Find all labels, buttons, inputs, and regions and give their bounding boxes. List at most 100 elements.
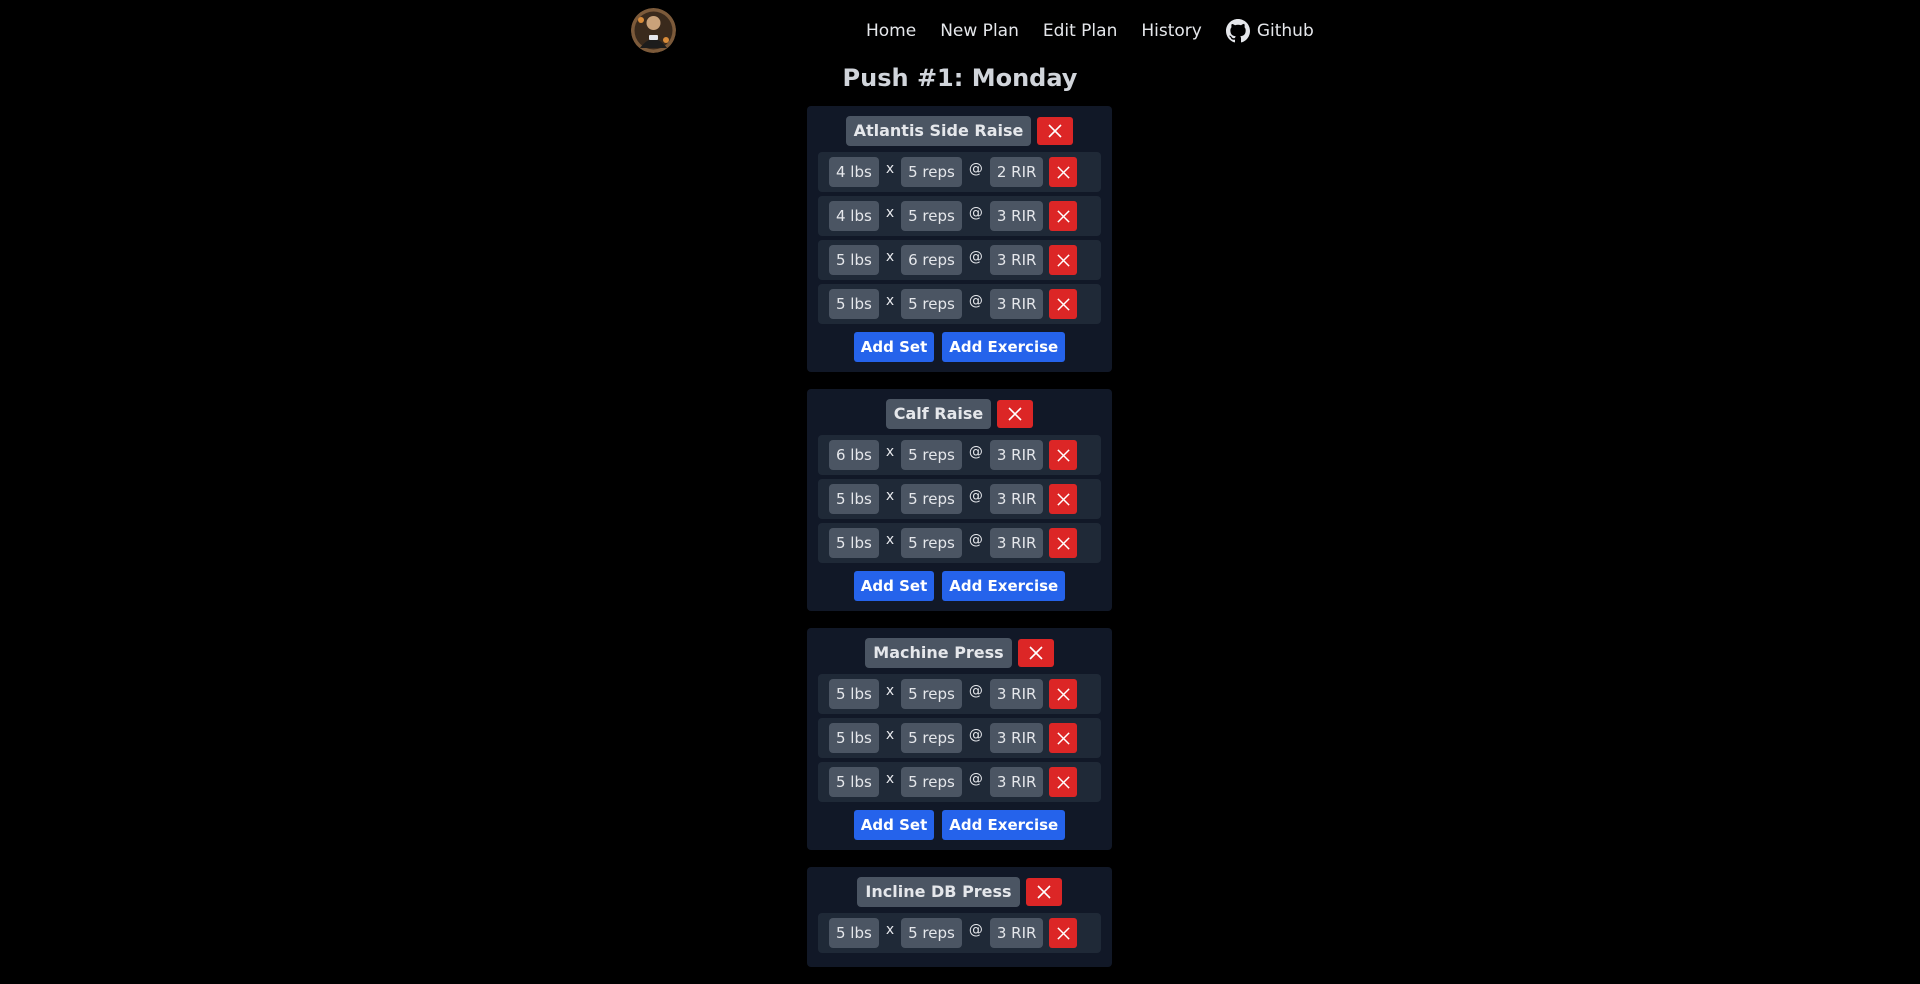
exercise-name[interactable]: Atlantis Side Raise bbox=[845, 116, 1032, 146]
weight-input[interactable]: 4 lbs bbox=[829, 157, 879, 187]
reps-input[interactable]: 5 reps bbox=[901, 440, 962, 470]
rir-input[interactable]: 3 RIR bbox=[989, 528, 1044, 558]
set-row: 4 lbs x 5 reps @3 RIR bbox=[818, 196, 1101, 236]
nav-history[interactable]: History bbox=[1141, 21, 1201, 41]
at-separator: @ bbox=[968, 922, 983, 938]
delete-set-button[interactable] bbox=[1049, 918, 1078, 948]
exercise-header: Calf Raise bbox=[818, 399, 1101, 429]
close-icon bbox=[1057, 926, 1070, 940]
set-row: 5 lbs x 5 reps @3 RIR bbox=[818, 718, 1101, 758]
exercise-name[interactable]: Incline DB Press bbox=[857, 877, 1020, 907]
rir-input[interactable]: 3 RIR bbox=[989, 201, 1044, 231]
reps-input[interactable]: 5 reps bbox=[901, 157, 962, 187]
nav-github[interactable]: Github bbox=[1225, 19, 1314, 43]
delete-set-button[interactable] bbox=[1049, 767, 1078, 797]
close-icon bbox=[1057, 492, 1070, 506]
times-separator: x bbox=[885, 532, 895, 548]
delete-set-button[interactable] bbox=[1049, 723, 1078, 753]
weight-input[interactable]: 5 lbs bbox=[829, 245, 879, 275]
add-exercise-button[interactable]: Add Exercise bbox=[942, 810, 1066, 840]
delete-set-button[interactable] bbox=[1049, 201, 1078, 231]
exercise-header: Incline DB Press bbox=[818, 877, 1101, 907]
set-row: 4 lbs x 5 reps @2 RIR bbox=[818, 152, 1101, 192]
avatar-image bbox=[631, 8, 676, 53]
weight-input[interactable]: 5 lbs bbox=[829, 679, 879, 709]
times-separator: x bbox=[885, 922, 895, 938]
rir-input[interactable]: 2 RIR bbox=[989, 157, 1044, 187]
reps-input[interactable]: 5 reps bbox=[901, 679, 962, 709]
delete-set-button[interactable] bbox=[1049, 157, 1078, 187]
exercise-name[interactable]: Machine Press bbox=[865, 638, 1012, 668]
reps-input[interactable]: 5 reps bbox=[901, 723, 962, 753]
delete-set-button[interactable] bbox=[1049, 245, 1078, 275]
at-separator: @ bbox=[968, 683, 983, 699]
weight-input[interactable]: 5 lbs bbox=[829, 767, 879, 797]
rir-input[interactable]: 3 RIR bbox=[989, 918, 1044, 948]
exercise-header: Atlantis Side Raise bbox=[818, 116, 1101, 146]
exercise-card: Atlantis Side Raise 4 lbs x 5 reps @2 RIR 4 l… bbox=[807, 106, 1112, 372]
at-separator: @ bbox=[968, 205, 983, 221]
times-separator: x bbox=[885, 727, 895, 743]
reps-input[interactable]: 6 reps bbox=[901, 245, 962, 275]
weight-input[interactable]: 5 lbs bbox=[829, 723, 879, 753]
delete-set-button[interactable] bbox=[1049, 528, 1078, 558]
delete-set-button[interactable] bbox=[1049, 679, 1078, 709]
at-separator: @ bbox=[968, 488, 983, 504]
close-icon bbox=[1008, 407, 1022, 421]
rir-input[interactable]: 3 RIR bbox=[989, 289, 1044, 319]
delete-set-button[interactable] bbox=[1049, 484, 1078, 514]
weight-input[interactable]: 5 lbs bbox=[829, 289, 879, 319]
reps-input[interactable]: 5 reps bbox=[901, 528, 962, 558]
add-set-button[interactable]: Add Set bbox=[853, 332, 935, 362]
delete-set-button[interactable] bbox=[1049, 289, 1078, 319]
weight-input[interactable]: 5 lbs bbox=[829, 528, 879, 558]
rir-input[interactable]: 3 RIR bbox=[989, 723, 1044, 753]
weight-input[interactable]: 5 lbs bbox=[829, 484, 879, 514]
close-icon bbox=[1057, 731, 1070, 745]
rir-input[interactable]: 3 RIR bbox=[989, 767, 1044, 797]
delete-exercise-button[interactable] bbox=[1037, 117, 1074, 145]
reps-input[interactable]: 5 reps bbox=[901, 201, 962, 231]
times-separator: x bbox=[885, 293, 895, 309]
add-exercise-button[interactable]: Add Exercise bbox=[942, 571, 1066, 601]
add-exercise-button[interactable]: Add Exercise bbox=[942, 332, 1066, 362]
times-separator: x bbox=[885, 771, 895, 787]
exercise-list: Atlantis Side Raise 4 lbs x 5 reps @2 RIR 4 l… bbox=[807, 106, 1112, 984]
close-icon bbox=[1057, 165, 1070, 179]
set-row: 5 lbs x 5 reps @3 RIR bbox=[818, 762, 1101, 802]
rir-input[interactable]: 3 RIR bbox=[989, 679, 1044, 709]
weight-input[interactable]: 6 lbs bbox=[829, 440, 879, 470]
delete-set-button[interactable] bbox=[1049, 440, 1078, 470]
nav-home[interactable]: Home bbox=[866, 21, 916, 41]
rir-input[interactable]: 3 RIR bbox=[989, 484, 1044, 514]
rir-input[interactable]: 3 RIR bbox=[989, 245, 1044, 275]
at-separator: @ bbox=[968, 532, 983, 548]
close-icon bbox=[1057, 297, 1070, 311]
add-set-button[interactable]: Add Set bbox=[853, 571, 935, 601]
delete-exercise-button[interactable] bbox=[1017, 639, 1054, 667]
weight-input[interactable]: 5 lbs bbox=[829, 918, 879, 948]
set-row: 5 lbs x 6 reps @3 RIR bbox=[818, 240, 1101, 280]
exercise-name[interactable]: Calf Raise bbox=[885, 399, 992, 429]
nav-edit-plan[interactable]: Edit Plan bbox=[1043, 21, 1118, 41]
rir-input[interactable]: 3 RIR bbox=[989, 440, 1044, 470]
close-icon bbox=[1048, 124, 1062, 138]
close-icon bbox=[1057, 448, 1070, 462]
set-row: 5 lbs x 5 reps @3 RIR bbox=[818, 479, 1101, 519]
card-actions: Add Set Add Exercise bbox=[818, 332, 1101, 362]
set-row: 5 lbs x 5 reps @3 RIR bbox=[818, 284, 1101, 324]
weight-input[interactable]: 4 lbs bbox=[829, 201, 879, 231]
nav-links: Home New Plan Edit Plan History Github bbox=[866, 19, 1314, 43]
close-icon bbox=[1057, 253, 1070, 267]
close-icon bbox=[1057, 775, 1070, 789]
at-separator: @ bbox=[968, 444, 983, 460]
avatar[interactable] bbox=[631, 8, 676, 53]
add-set-button[interactable]: Add Set bbox=[853, 810, 935, 840]
delete-exercise-button[interactable] bbox=[1025, 878, 1062, 906]
reps-input[interactable]: 5 reps bbox=[901, 289, 962, 319]
nav-new-plan[interactable]: New Plan bbox=[940, 21, 1019, 41]
reps-input[interactable]: 5 reps bbox=[901, 767, 962, 797]
reps-input[interactable]: 5 reps bbox=[901, 918, 962, 948]
delete-exercise-button[interactable] bbox=[997, 400, 1034, 428]
reps-input[interactable]: 5 reps bbox=[901, 484, 962, 514]
